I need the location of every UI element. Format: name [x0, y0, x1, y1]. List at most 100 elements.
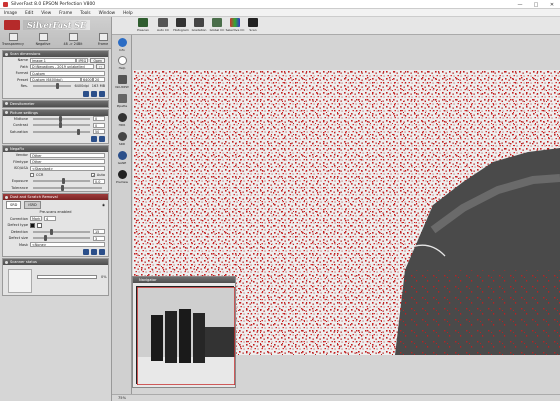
saturation-knob[interactable] — [76, 128, 80, 135]
mode-transparency[interactable]: Transparency — [2, 33, 24, 47]
srd-button[interactable]: SRD — [116, 132, 128, 146]
dust-scratch-header[interactable]: Dust and Scratch Removal — [3, 194, 108, 200]
resolution-slider[interactable] — [33, 83, 72, 90]
open-button[interactable]: Open — [90, 57, 105, 63]
close-button[interactable]: ✕ — [544, 0, 560, 9]
preview-button[interactable]: PreView — [116, 170, 128, 184]
vendor-select[interactable]: Other — [30, 152, 105, 158]
scan-dimensions-header[interactable]: Scan dimensions — [3, 51, 108, 57]
detection-value[interactable]: 15 — [93, 229, 105, 235]
saturation-slider[interactable] — [33, 128, 90, 135]
scan-progress-label: 0% — [101, 275, 107, 279]
minimize-button[interactable]: — — [512, 0, 528, 9]
tool-icon-6[interactable] — [83, 249, 89, 255]
brand-logo: SilverFast SE — [23, 20, 91, 30]
ccr-label: CCR — [36, 172, 44, 177]
ccr-checkbox[interactable] — [30, 172, 34, 177]
navigator-panel: Navigator — [132, 276, 236, 388]
top-toolbar: Prescan Auto CC Histogram Gradation Glob… — [112, 17, 560, 35]
menu-help[interactable]: Help — [123, 10, 133, 15]
midtone-knob[interactable] — [58, 115, 62, 122]
mask-select[interactable]: <None> — [30, 242, 105, 248]
tool-icon-7[interactable] — [91, 249, 97, 255]
detection-slider[interactable] — [33, 228, 90, 235]
contrast-slider[interactable] — [33, 122, 90, 129]
auto-checkbox[interactable]: ✓ — [90, 172, 95, 178]
negafix-header[interactable]: NegaFix — [3, 146, 108, 152]
defect-size-knob[interactable] — [44, 235, 48, 242]
menu-frame[interactable]: Frame — [59, 10, 72, 15]
menu-image[interactable]: Image — [4, 10, 17, 15]
midtone-value[interactable]: 0 — [93, 116, 105, 122]
noudpw-button[interactable]: NoUDPW — [115, 75, 129, 89]
menu-tools[interactable]: Tools — [80, 10, 90, 15]
prescan-button[interactable]: Prescan — [136, 18, 150, 34]
menu-view[interactable]: View — [41, 10, 51, 15]
tool-icon-3[interactable] — [99, 90, 105, 97]
densitometer-header[interactable]: Densitometer — [3, 100, 108, 107]
scan-icon — [248, 18, 258, 27]
detection-knob[interactable] — [50, 228, 54, 235]
preset-num-field[interactable]: 20 — [93, 77, 105, 83]
format-select[interactable]: Custom — [30, 70, 105, 76]
filename-field[interactable]: Image 1 — [30, 57, 77, 63]
correction-select[interactable]: Mark — [30, 216, 42, 222]
tool-icon-2[interactable] — [91, 90, 97, 97]
gradation-icon — [194, 18, 204, 27]
defect-size-slider[interactable] — [33, 235, 90, 242]
folder-button[interactable]: □ — [95, 64, 105, 70]
navigator-header[interactable]: Navigator — [133, 277, 235, 283]
saturation-value[interactable]: 50 — [93, 129, 105, 135]
file-format-select[interactable]: JPEG 3 — [76, 57, 89, 63]
mode-frame[interactable]: Frame — [92, 33, 114, 47]
scan-button[interactable]: Scan — [246, 18, 260, 34]
menu-window[interactable]: Window — [99, 10, 116, 15]
info-button[interactable]: Info — [116, 38, 128, 52]
menu-edit[interactable]: Edit — [25, 10, 33, 15]
transparency-icon — [8, 33, 18, 41]
help-button[interactable]: Help — [116, 56, 128, 70]
mode-negative[interactable]: Negative — [32, 33, 54, 47]
filmtype-select[interactable]: Other — [30, 159, 105, 165]
defect-type-dark[interactable] — [30, 222, 35, 228]
midtone-slider[interactable] — [33, 115, 90, 122]
gradation-button[interactable]: Gradation — [192, 18, 206, 34]
global-cc-button[interactable]: Global CC — [210, 18, 224, 34]
mode-48-24bit[interactable]: 48 -> 24Bit — [62, 33, 84, 47]
navigator-thumbnail[interactable] — [136, 286, 236, 386]
tolerance-knob[interactable] — [60, 184, 64, 191]
histogram-button[interactable]: Histogram — [173, 18, 189, 34]
eye-icon[interactable]: ◉ — [102, 203, 105, 207]
scanner-status-panel: Scanner status 0% — [2, 258, 109, 296]
gane-button[interactable]: GANE — [116, 151, 128, 165]
hdr-button[interactable]: HDR — [116, 113, 128, 127]
picture-settings-header[interactable]: Picture settings — [3, 109, 108, 116]
resolution-knob[interactable] — [56, 83, 60, 90]
tolerance-slider[interactable] — [33, 184, 102, 191]
tool-icon-8[interactable] — [99, 249, 105, 255]
tab-srd[interactable]: SRD — [6, 200, 22, 209]
preset-dpi-field[interactable]: 6400 — [81, 77, 93, 83]
preset-select[interactable]: Custom (6400dpi) — [30, 77, 81, 83]
pipette-button[interactable]: Pipette — [116, 94, 128, 108]
frame-icon — [98, 33, 108, 41]
selective-cc-button[interactable]: Selective CC — [226, 18, 244, 34]
tab-isrd[interactable]: iSRD — [24, 200, 41, 209]
hdr-icon — [117, 113, 127, 122]
contrast-value[interactable]: 0 — [93, 122, 105, 128]
defect-type-light[interactable] — [37, 222, 42, 228]
scanner-status-header[interactable]: Scanner status — [3, 259, 108, 265]
exposure-slider[interactable] — [33, 178, 90, 185]
exposure-knob[interactable] — [61, 178, 65, 185]
correction-num[interactable]: 4 — [44, 216, 56, 222]
auto-cc-button[interactable]: Auto CC — [156, 18, 170, 34]
iso-select[interactable]: <Standard> — [30, 165, 105, 171]
contrast-knob[interactable] — [58, 122, 62, 129]
maximize-button[interactable]: □ — [528, 0, 544, 9]
tool-icon-1[interactable] — [83, 90, 89, 97]
tool-icon-4[interactable] — [91, 136, 97, 142]
path-field[interactable]: D:\Negatives - 2019 unlabelled — [30, 64, 94, 70]
defect-size-value[interactable]: 3 — [93, 235, 105, 241]
tool-icon-5[interactable] — [99, 136, 105, 142]
exposure-value[interactable]: 0.0 — [93, 178, 105, 184]
